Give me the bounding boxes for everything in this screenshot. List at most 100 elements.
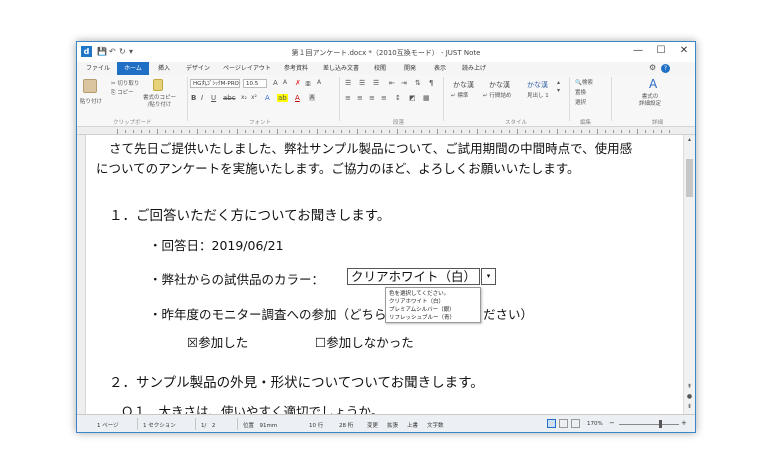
copy-button[interactable]: ⎘ コピー [111,88,134,97]
numbering-icon[interactable]: ☰ [359,79,365,87]
tab-read-aloud[interactable]: 読み上げ [457,62,491,75]
status-mode-extend[interactable]: 拡張 [387,421,398,429]
status-mode-charcount[interactable]: 文字数 [427,421,444,429]
minimize-button[interactable]: — [627,42,649,60]
group-label-edit: 編集 [580,120,592,126]
find-button[interactable]: 🔍検索 [575,78,593,86]
prev-page-icon[interactable]: ⇞ [684,383,695,390]
format-detail-icon[interactable]: A [649,77,657,91]
style-normal[interactable]: かな漢 [453,80,474,90]
status-col: 28 桁 [339,423,354,429]
grow-font-icon[interactable]: A [273,79,278,87]
phonetic-icon[interactable]: 亜 [305,79,311,88]
zoom-in-icon[interactable]: + [681,419,687,427]
format-painter-icon[interactable] [153,79,163,91]
checkbox-not-participated[interactable]: ☐参加しなかった [315,332,414,351]
char-shading-icon[interactable]: A [309,94,316,101]
tab-design[interactable]: デザイン [181,62,215,75]
underline-button[interactable]: U [211,94,216,102]
multilevel-list-icon[interactable]: ☰ [373,79,379,87]
cut-button[interactable]: ✂ 切り取り [111,79,139,87]
paste-button[interactable]: 貼り付け [80,97,102,105]
dropdown-option[interactable]: 色を選択してください。 [389,290,477,298]
styles-scroll-up-icon[interactable]: ▴ [557,79,560,86]
font-name-combo[interactable]: HG丸ｺﾞｼｯｸM-PRO [190,79,240,88]
align-center-icon[interactable]: ≡ [357,94,363,102]
tab-view[interactable]: 表示 [427,62,453,75]
font-color-icon[interactable]: A [295,94,300,102]
scrollbar-thumb[interactable] [686,159,693,197]
style-no-spacing[interactable]: かな漢 [489,80,510,90]
settings-icon[interactable]: ⚙ [649,63,656,72]
divider [611,77,612,121]
style-heading1[interactable]: かな漢 [527,80,548,90]
ruler-tick [197,129,198,134]
char-border-icon[interactable]: A [317,79,321,86]
next-page-icon[interactable]: ⇟ [684,403,695,410]
tab-page-layout[interactable]: ページレイアウト [219,62,275,75]
zoom-out-icon[interactable]: − [609,419,615,427]
shading-icon[interactable]: ◩ [409,94,416,102]
subscript-icon[interactable]: x₂ [241,94,247,101]
dropdown-option[interactable]: プレミアムシルバー（銀） [389,306,477,314]
horizontal-ruler[interactable] [77,127,695,135]
line-spacing-icon[interactable]: ↕ [395,94,401,102]
format-detail-button[interactable]: 書式の 詳細設定 [639,94,661,108]
tab-insert[interactable]: 挿入 [151,62,177,75]
borders-icon[interactable]: ▦ [423,94,430,102]
view-web-layout-icon[interactable] [571,419,580,428]
superscript-icon[interactable]: x² [251,94,257,101]
bullets-icon[interactable]: ☰ [345,79,351,87]
view-print-layout-icon[interactable] [547,419,556,428]
tab-review[interactable]: 校閲 [367,62,393,75]
divider [569,77,570,121]
text-effect-icon[interactable]: A [265,94,270,102]
bold-button[interactable]: B [191,94,196,102]
close-button[interactable]: ✕ [673,42,695,60]
zoom-level[interactable]: 170% [587,421,603,427]
doc-line-1: さて先日ご提供いたしました、弊社サンプル製品について、ご試用期間の中間時点で、使… [109,141,633,156]
align-right-icon[interactable]: ≡ [369,94,375,102]
document-area[interactable]: さて先日ご提供いたしました、弊社サンプル製品について、ご試用期間の中間時点で、使… [87,135,683,414]
zoom-slider[interactable] [619,424,679,425]
highlight-icon[interactable]: ab [277,94,288,102]
scroll-up-icon[interactable]: ▴ [684,136,695,143]
vertical-scrollbar[interactable]: ▴ ⇞ ● ⇟ [683,135,695,414]
show-marks-icon[interactable]: ¶ [429,79,433,87]
format-copy-button[interactable]: 書式のコピー /貼り付け [143,95,176,109]
chevron-down-icon[interactable]: ▾ [481,268,497,285]
color-select[interactable]: クリアホワイト（白） ▾ [347,268,497,285]
dropdown-option[interactable]: リフレッシュブルー（青） [389,314,477,322]
decrease-indent-icon[interactable]: ⇤ [389,79,395,87]
status-mode-overwrite[interactable]: 上書 [407,421,418,429]
sort-icon[interactable]: ⇅ [415,79,421,87]
italic-button[interactable]: I [201,94,203,102]
status-mode-change[interactable]: 変更 [367,421,378,429]
zoom-slider-handle[interactable] [659,420,662,428]
strikethrough-icon[interactable]: abc [223,94,236,102]
replace-button[interactable]: 置換 [575,88,586,96]
ribbon: 貼り付け ✂ 切り取り ⎘ コピー 書式のコピー /貼り付け クリップボード H… [77,75,695,127]
select-button[interactable]: 選択 [575,98,586,106]
clear-format-icon[interactable]: ✗ [295,79,301,87]
dropdown-option[interactable]: クリアホワイト（白） [389,298,477,306]
font-size-combo[interactable]: 10.5 [243,79,267,88]
maximize-button[interactable]: ☐ [650,42,672,60]
tab-developer[interactable]: 開発 [397,62,423,75]
tab-mailings[interactable]: 差し込み文書 [319,62,363,75]
help-icon[interactable]: ? [661,64,670,73]
tab-references[interactable]: 参考資料 [279,62,313,75]
paste-icon[interactable] [83,79,97,93]
browse-object-icon[interactable]: ● [684,393,695,400]
tab-home[interactable]: ホーム [117,62,149,75]
ruler-tick [261,130,262,133]
ruler-tick [357,129,358,134]
shrink-font-icon[interactable]: A [283,79,287,86]
view-read-mode-icon[interactable] [559,419,568,428]
align-left-icon[interactable]: ≡ [345,94,351,102]
tab-file[interactable]: ファイル [81,62,115,75]
checkbox-participated[interactable]: ☒参加した [187,332,248,351]
justify-icon[interactable]: ≡ [381,94,387,102]
styles-scroll-down-icon[interactable]: ▾ [557,87,560,94]
increase-indent-icon[interactable]: ⇥ [401,79,407,87]
